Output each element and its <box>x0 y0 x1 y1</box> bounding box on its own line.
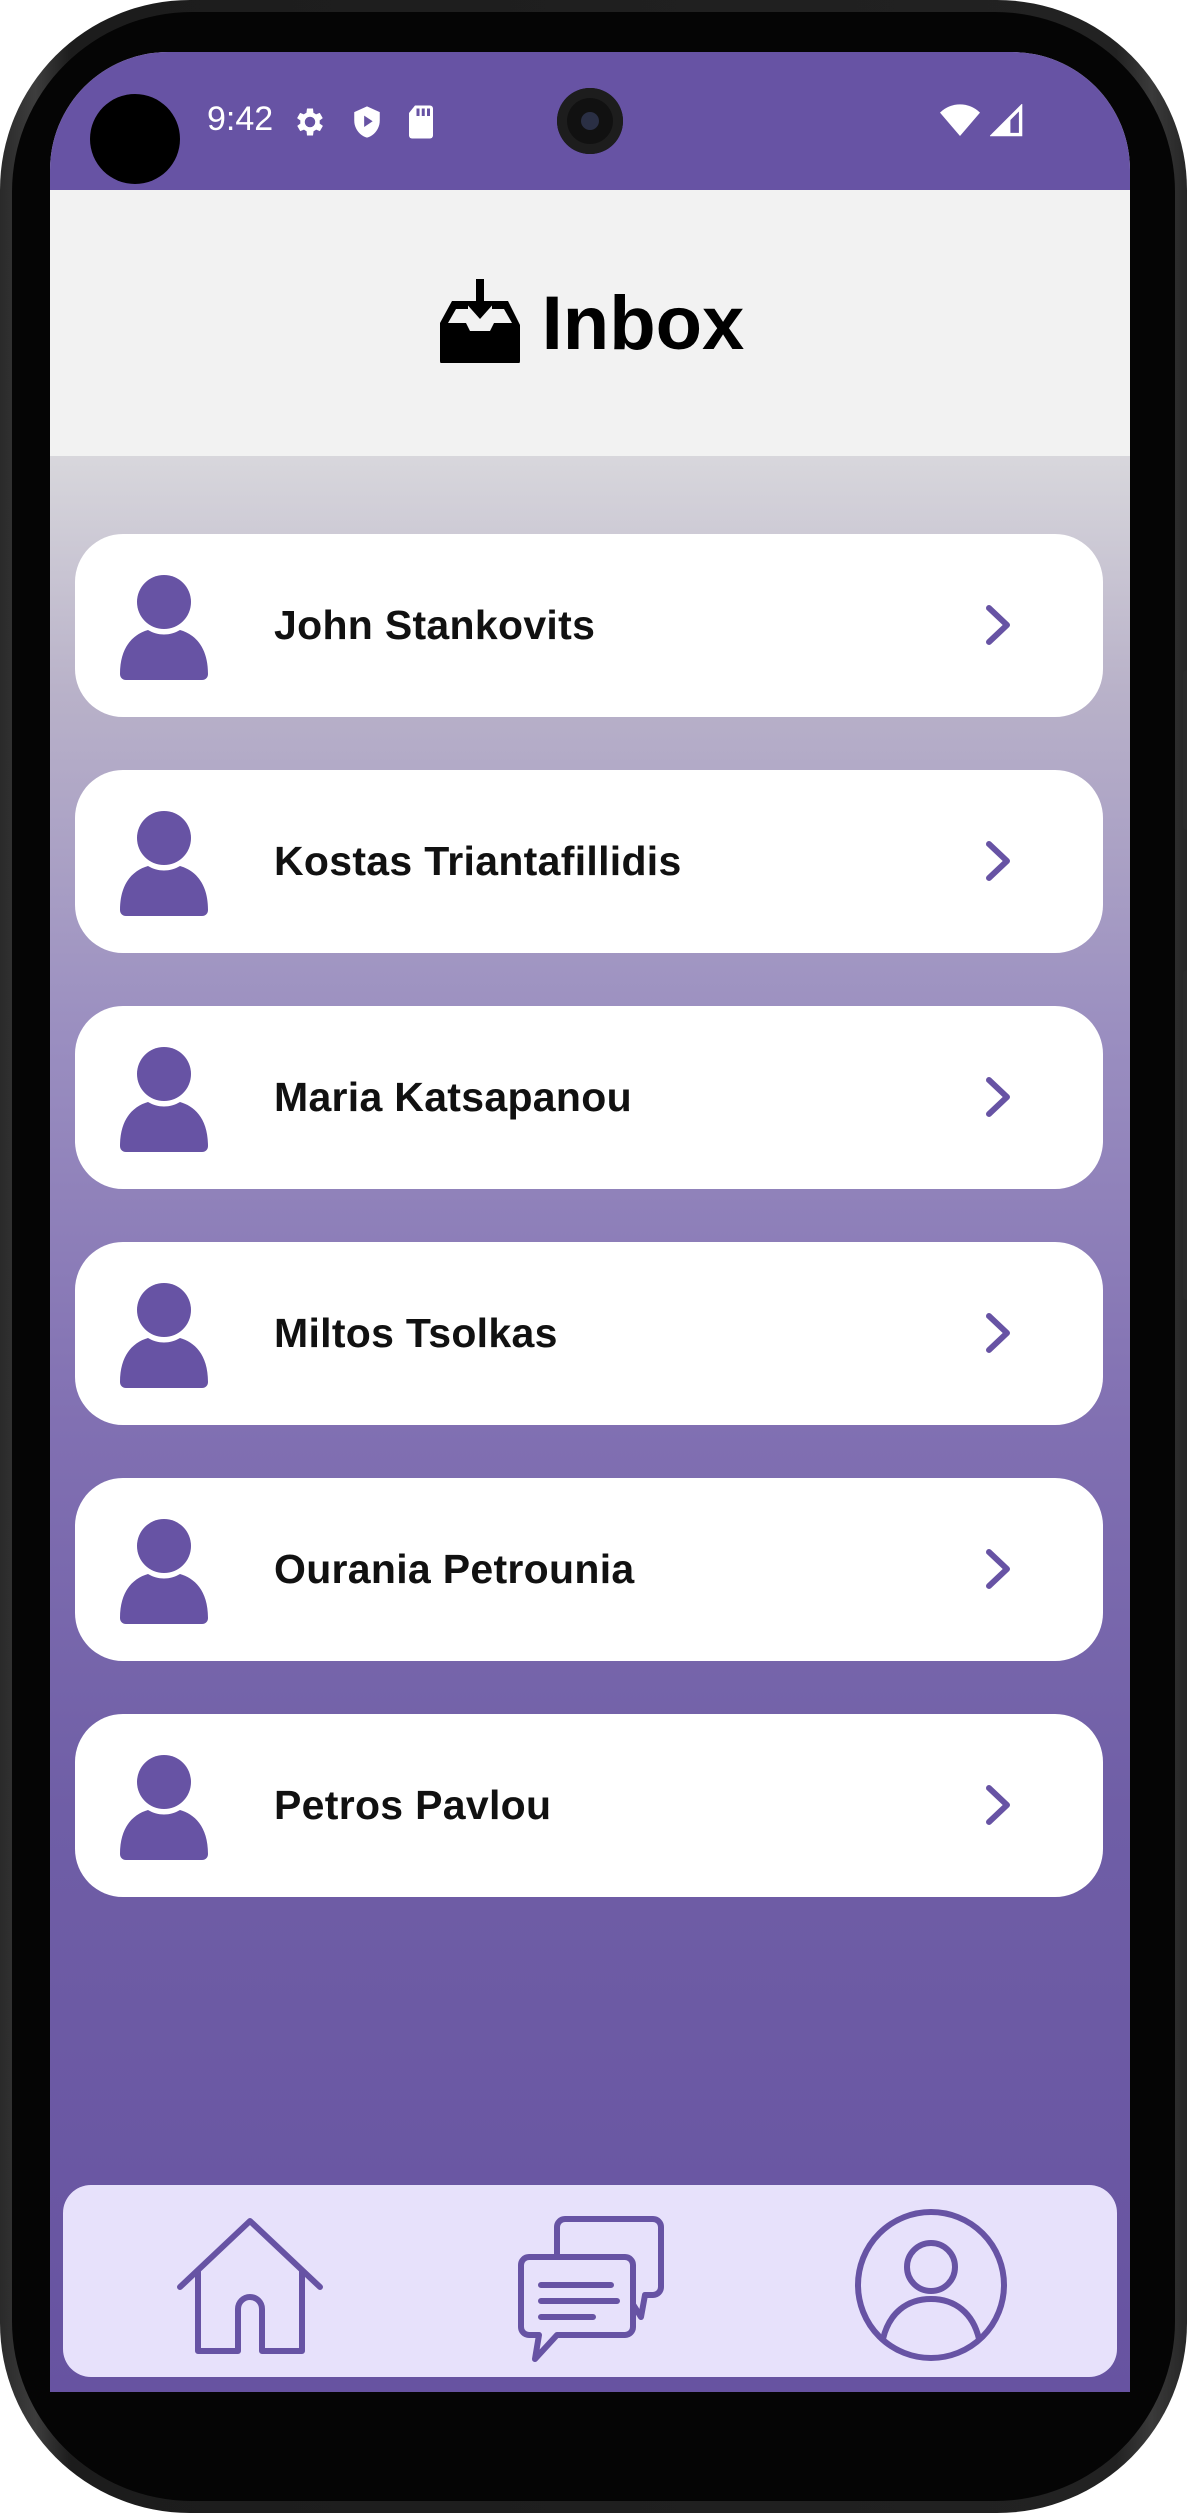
nav-profile-button[interactable] <box>851 2205 1011 2365</box>
status-time: 9:42 <box>207 100 274 138</box>
front-camera <box>557 88 623 154</box>
chevron-right-icon <box>986 1077 1010 1117</box>
volume-button <box>1183 670 1187 830</box>
status-bar: 9:42 <box>50 52 1130 190</box>
inbox-download-icon <box>436 278 524 368</box>
chat-icon <box>518 2216 664 2362</box>
contact-item[interactable]: Petros Pavlou <box>75 1714 1103 1897</box>
signal-icon <box>989 103 1024 143</box>
chevron-right-icon <box>986 605 1010 645</box>
user-avatar-icon <box>120 1047 208 1152</box>
profile-icon <box>855 2209 1007 2361</box>
wifi-icon <box>940 104 980 143</box>
user-avatar-icon <box>120 1283 208 1388</box>
page-header: Inbox <box>50 190 1130 456</box>
contact-name: Kostas Triantafillidis <box>274 838 682 884</box>
contact-name: Petros Pavlou <box>274 1782 552 1828</box>
settings-icon <box>292 104 328 145</box>
contact-item[interactable]: Miltos Tsolkas <box>75 1242 1103 1425</box>
nav-home-button[interactable] <box>170 2205 330 2365</box>
main-content: John Stankovits Kostas Triantafillidis M… <box>50 456 1130 2392</box>
contact-item[interactable]: Maria Katsapanou <box>75 1006 1103 1189</box>
screen: 9:42 Inbox John Stankovits Kostas Triant… <box>50 52 1130 2392</box>
user-avatar-icon <box>120 575 208 680</box>
shield-play-icon <box>350 104 384 145</box>
user-avatar-icon <box>120 811 208 916</box>
contact-name: Ourania Petrounia <box>274 1546 635 1592</box>
chevron-right-icon <box>986 1785 1010 1825</box>
user-avatar-icon <box>120 1755 208 1860</box>
bottom-navigation <box>63 2185 1117 2377</box>
chevron-right-icon <box>986 841 1010 881</box>
power-button <box>1183 970 1187 1300</box>
contact-name: Maria Katsapanou <box>274 1074 632 1120</box>
home-icon <box>177 2218 323 2354</box>
nav-messages-button[interactable] <box>509 2205 669 2365</box>
chevron-right-icon <box>986 1549 1010 1589</box>
page-title: Inbox <box>541 280 745 366</box>
sd-card-icon <box>406 104 436 145</box>
chevron-right-icon <box>986 1313 1010 1353</box>
contact-item[interactable]: John Stankovits <box>75 534 1103 717</box>
contact-name: John Stankovits <box>274 602 596 648</box>
user-avatar-icon <box>120 1519 208 1624</box>
contact-item[interactable]: Kostas Triantafillidis <box>75 770 1103 953</box>
status-icons-left <box>292 104 436 145</box>
status-icons-right <box>940 103 1024 143</box>
contact-name: Miltos Tsolkas <box>274 1310 558 1356</box>
phone-frame: 9:42 Inbox John Stankovits Kostas Triant… <box>0 0 1187 2513</box>
front-sensor <box>90 94 180 184</box>
contact-item[interactable]: Ourania Petrounia <box>75 1478 1103 1661</box>
